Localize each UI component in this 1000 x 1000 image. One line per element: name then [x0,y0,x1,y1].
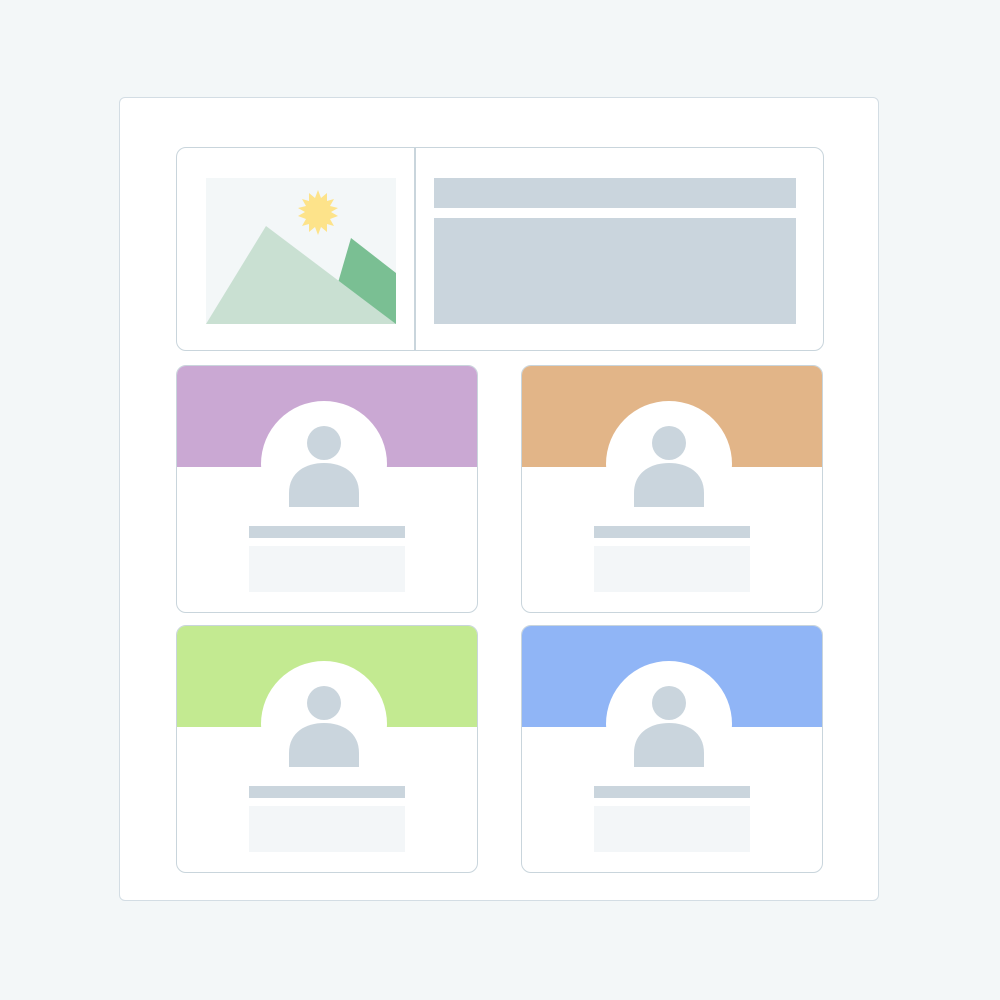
description-placeholder [249,546,405,592]
name-placeholder [249,526,405,538]
hero-title-placeholder [434,178,796,208]
profile-card-4[interactable] [521,625,823,873]
user-avatar-icon [261,661,387,787]
user-avatar-icon [261,401,387,527]
description-placeholder [249,806,405,852]
name-placeholder [594,526,750,538]
profile-card-1[interactable] [176,365,478,613]
landscape-image-icon [206,178,396,324]
name-placeholder [249,786,405,798]
user-avatar-icon [606,661,732,787]
profile-card-3[interactable] [176,625,478,873]
profile-card-2[interactable] [521,365,823,613]
user-avatar-icon [606,401,732,527]
name-placeholder [594,786,750,798]
hero-body-placeholder [434,218,796,324]
description-placeholder [594,806,750,852]
hero-divider [414,148,416,350]
description-placeholder [594,546,750,592]
sun-icon [298,190,338,235]
hero-card[interactable] [176,147,824,351]
